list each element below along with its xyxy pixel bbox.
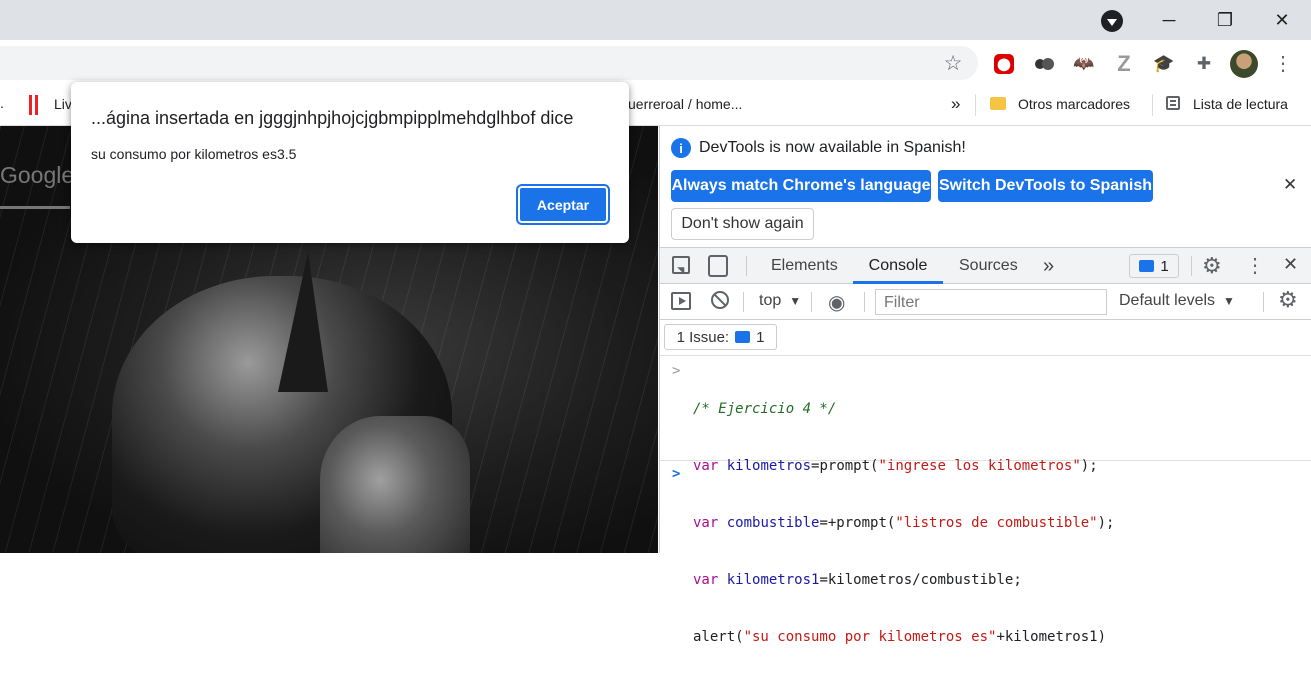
z-extension-icon[interactable]: Z [1111, 51, 1137, 77]
bookmark-otros-marcadores[interactable]: Otros marcadores [1018, 96, 1130, 112]
console-code: /* Ejercicio 4 */ var kilometros=prompt(… [693, 362, 1114, 685]
close-notice-icon[interactable]: ✕ [1283, 175, 1297, 195]
bookmark-item-live[interactable]: Liv [54, 96, 72, 112]
console-settings-icon[interactable]: ⚙ [1278, 287, 1298, 313]
issues-bar: 1 Issue: 1 [660, 320, 1311, 356]
browser-menu-icon[interactable]: ⋮ [1272, 50, 1294, 78]
tab-sources[interactable]: Sources [959, 248, 1018, 284]
bat-extension-icon[interactable]: 🦇 [1071, 51, 1097, 77]
batman-ear [278, 252, 328, 392]
minimize-button[interactable]: ─ [1141, 0, 1197, 40]
bookmark-fragment[interactable]: . [0, 95, 4, 111]
star-icon[interactable]: ☆ [942, 53, 964, 75]
devtools-tab-bar: Elements Console Sources » 1 ⚙ ⋮ ✕ [660, 247, 1311, 284]
maximize-button[interactable]: ❐ [1197, 0, 1253, 40]
live-expression-eye-icon[interactable]: ◉ [828, 290, 845, 315]
alert-dialog: ...ágina insertada en jgggjnhpjhojcjgbmp… [71, 82, 629, 243]
dialog-message: su consumo por kilometros es3.5 [91, 146, 297, 162]
search-box-fragment[interactable]: Google [0, 154, 74, 209]
device-toolbar-icon[interactable] [708, 255, 728, 277]
info-icon: i [671, 138, 691, 158]
switch-to-spanish-button[interactable]: Switch DevTools to Spanish [938, 170, 1153, 202]
dialog-title: ...ágina insertada en jgggjnhpjhojcjgbmp… [91, 108, 574, 128]
chevron-down-icon: ▼ [789, 294, 802, 308]
close-devtools-icon[interactable]: ✕ [1283, 254, 1298, 275]
settings-gear-icon[interactable]: ⚙ [1202, 253, 1222, 279]
message-icon [1139, 260, 1155, 272]
tab-console[interactable]: Console [853, 248, 943, 284]
context-value: top [759, 292, 782, 309]
context-selector[interactable]: top ▼ [759, 292, 801, 310]
log-levels-dropdown[interactable]: Default levels ▼ [1119, 292, 1235, 310]
profile-dropdown-icon[interactable] [1101, 10, 1123, 32]
filter-placeholder: Filter [884, 294, 920, 311]
code-line: /* Ejercicio 4 */ [693, 401, 837, 417]
folder-icon [990, 97, 1006, 110]
aceptar-button[interactable]: Aceptar [516, 184, 610, 225]
chevron-down-icon: ▼ [1223, 294, 1235, 308]
puzzle-icon[interactable]: ✚ [1191, 51, 1217, 77]
more-tabs-button[interactable]: » [1043, 248, 1054, 284]
window-title-bar: ─ ❐ ✕ [0, 0, 1311, 40]
bookmark-red-icon [29, 95, 39, 115]
code-line: var combustible=+prompt("listros de comb… [693, 515, 1115, 531]
close-window-button[interactable]: ✕ [1254, 0, 1310, 40]
address-bar[interactable] [0, 46, 978, 80]
code-line: alert("su consumo por kilometros es"+kil… [693, 629, 1107, 645]
log-levels-value: Default levels [1119, 292, 1216, 309]
message-icon [735, 331, 751, 343]
batman-face [320, 416, 470, 553]
code-line: var kilometros1=kilometros/combustible; [693, 572, 1022, 588]
bookmarks-more-button[interactable]: » [951, 94, 960, 114]
reading-list-icon [1166, 96, 1180, 110]
issues-button[interactable]: 1 Issue: 1 [664, 324, 777, 350]
inspect-element-icon[interactable] [672, 256, 690, 275]
console-prompt-input[interactable] [690, 462, 1300, 486]
graduation-cap-extension-icon[interactable]: 🎓 [1151, 51, 1177, 77]
issues-count: 1 [756, 328, 765, 346]
ublock-icon[interactable]: ⬤ [991, 51, 1017, 77]
devtools-menu-icon[interactable]: ⋮ [1245, 253, 1265, 278]
console-input-chevron-icon: > [672, 363, 681, 379]
tab-elements[interactable]: Elements [771, 248, 838, 284]
console-entry: > /* Ejercicio 4 */ var kilometros=promp… [660, 356, 1311, 645]
filter-input[interactable]: Filter [875, 289, 1107, 315]
profile-avatar[interactable] [1230, 50, 1258, 78]
language-notice: DevTools is now available in Spanish! [699, 139, 966, 156]
console-prompt-chevron-icon[interactable]: > [672, 465, 680, 484]
issues-counter-value: 1 [1160, 257, 1169, 275]
match-language-button[interactable]: Always match Chrome's language [671, 170, 931, 202]
clear-console-icon[interactable] [711, 291, 729, 309]
show-sidebar-icon[interactable] [671, 292, 691, 310]
dont-show-again-button[interactable]: Don't show again [671, 208, 814, 240]
issues-label: 1 Issue: [676, 328, 730, 346]
console-toolbar: top ▼ ◉ Filter Default levels ▼ ⚙ [660, 284, 1311, 320]
browser-toolbar: ☆ ⬤ 🦇 Z 🎓 ✚ ⋮ [0, 40, 1311, 86]
issues-counter-button[interactable]: 1 [1129, 254, 1179, 278]
bookmark-item-home[interactable]: uerreroal / home... [628, 96, 742, 112]
devtools-panel: i DevTools is now available in Spanish! … [659, 126, 1311, 645]
bookmark-lista-de-lectura[interactable]: Lista de lectura [1193, 96, 1288, 112]
dots-extension-icon[interactable] [1031, 51, 1057, 77]
